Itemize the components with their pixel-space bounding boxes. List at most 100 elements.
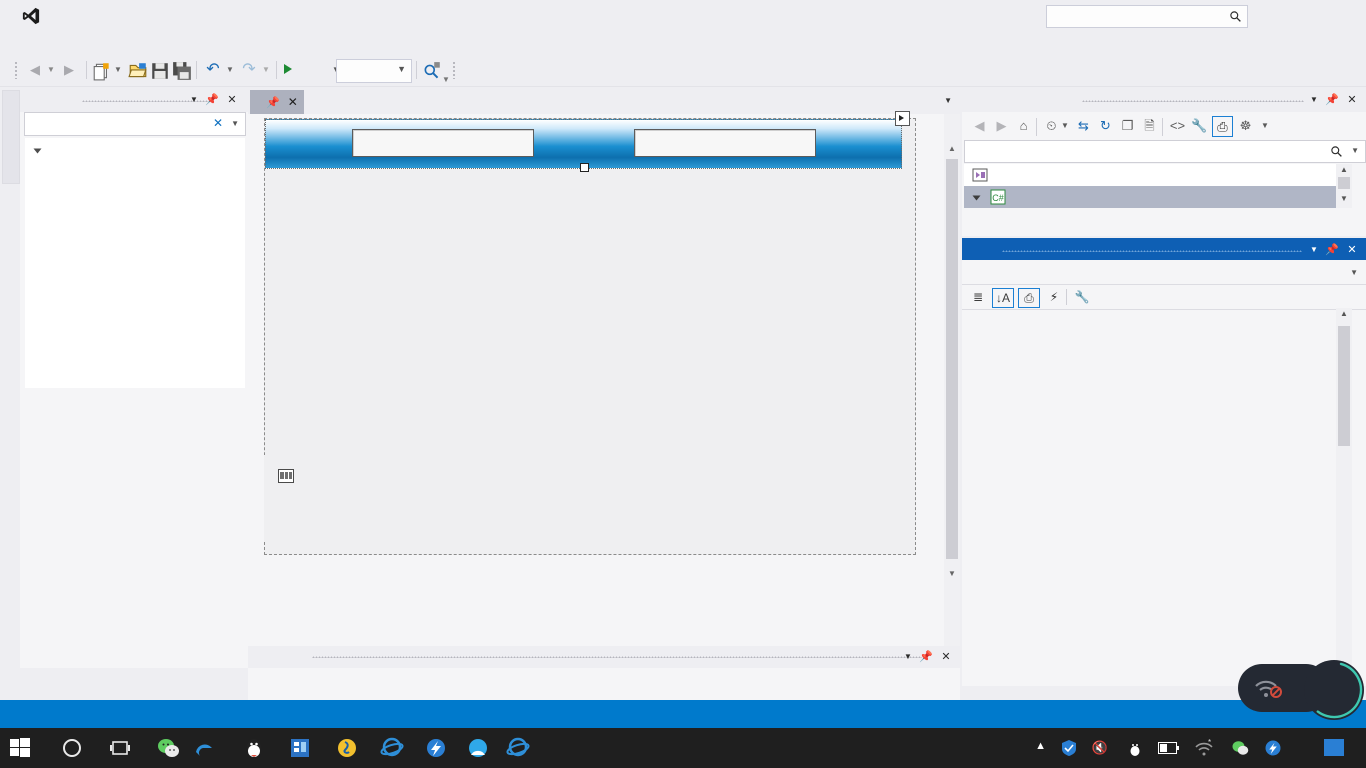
error-list-close-icon[interactable]: ✕ bbox=[938, 649, 954, 665]
properties-scrollbar[interactable]: ▲ bbox=[1336, 308, 1352, 668]
smart-tag-icon[interactable] bbox=[895, 111, 910, 126]
solution-configuration-combo[interactable]: ▼ bbox=[336, 59, 412, 83]
events-lightning-icon[interactable]: ⚡ bbox=[1044, 288, 1064, 306]
start-play-icon[interactable] bbox=[284, 64, 292, 74]
redo-chevron-icon[interactable]: ▼ bbox=[260, 60, 272, 80]
security-shield-icon[interactable] bbox=[1060, 739, 1078, 757]
quick-launch-box[interactable] bbox=[1046, 5, 1248, 28]
categorized-icon[interactable]: ≣ bbox=[968, 288, 988, 306]
undo-icon[interactable]: ↶ bbox=[202, 60, 224, 80]
toolbar-grip-2[interactable] bbox=[452, 61, 456, 79]
chevron-down-icon[interactable]: ▼ bbox=[1351, 146, 1359, 155]
toolbar-overflow-icon[interactable]: ▼ bbox=[440, 70, 452, 90]
properties-page-icon[interactable]: ⎙ bbox=[1018, 288, 1040, 308]
kugou-music-icon[interactable] bbox=[335, 736, 359, 760]
edge-icon[interactable] bbox=[192, 736, 216, 760]
properties-dropdown-icon[interactable]: ▼ bbox=[1306, 242, 1322, 258]
properties-wrench-icon[interactable]: 🔧 bbox=[1190, 116, 1209, 135]
battery-icon[interactable] bbox=[1158, 741, 1180, 755]
task-view-icon[interactable] bbox=[108, 736, 132, 760]
editor-vertical-scrollbar[interactable]: ▲ ▼ bbox=[944, 114, 960, 646]
textbox-next-song[interactable] bbox=[634, 129, 816, 157]
find-in-files-icon[interactable] bbox=[422, 61, 442, 81]
save-icon[interactable] bbox=[150, 61, 170, 81]
new-project-chevron-icon[interactable]: ▼ bbox=[112, 60, 124, 80]
back-icon[interactable]: ◀ bbox=[970, 116, 989, 135]
collapse-all-icon[interactable]: ❐ bbox=[1118, 116, 1137, 135]
windows-form-designer[interactable] bbox=[264, 111, 916, 555]
search-icon[interactable] bbox=[1330, 145, 1343, 158]
refresh-icon[interactable]: ↻ bbox=[1096, 116, 1115, 135]
error-list-pin-icon[interactable]: 📌 bbox=[918, 649, 934, 665]
error-list-dropdown-icon[interactable]: ▼ bbox=[900, 649, 916, 665]
properties-pin-icon[interactable]: 📌 bbox=[1324, 242, 1340, 258]
toolbox-search-input[interactable] bbox=[30, 116, 204, 132]
qq-pet-icon[interactable] bbox=[1126, 738, 1144, 758]
tab-overflow-chevron-icon[interactable]: ▼ bbox=[944, 96, 952, 105]
solution-explorer-pin-icon[interactable]: 📌 bbox=[1324, 92, 1340, 108]
solution-explorer-close-icon[interactable]: ✕ bbox=[1344, 92, 1360, 108]
toolbox-search-box[interactable]: ✕ ▼ bbox=[24, 112, 246, 136]
home-icon[interactable]: ⌂ bbox=[1014, 116, 1033, 135]
property-pages-wrench-icon[interactable]: 🔧 bbox=[1072, 288, 1092, 306]
qq-browser-icon[interactable] bbox=[466, 736, 490, 760]
thunder-icon[interactable] bbox=[1264, 739, 1282, 757]
alphabetical-sort-icon[interactable]: ↓A bbox=[992, 288, 1014, 308]
network-unavailable-icon[interactable]: * bbox=[1194, 739, 1214, 757]
toolbox-close-icon[interactable]: ✕ bbox=[224, 92, 240, 108]
qq-icon[interactable] bbox=[242, 736, 266, 760]
pending-changes-icon[interactable]: ⏲ bbox=[1042, 116, 1061, 135]
view-code-icon[interactable]: <> bbox=[1168, 116, 1187, 135]
wechat-icon[interactable] bbox=[156, 736, 180, 760]
toolbar-grip[interactable] bbox=[14, 61, 18, 79]
thunder-download-icon[interactable] bbox=[424, 736, 448, 760]
internet-explorer-icon[interactable] bbox=[380, 736, 404, 760]
undo-chevron-icon[interactable]: ▼ bbox=[224, 60, 236, 80]
server-explorer-vertical-tab[interactable] bbox=[2, 90, 20, 184]
redo-icon[interactable]: ↷ bbox=[238, 60, 260, 80]
toolbox-dropdown-icon[interactable]: ▼ bbox=[186, 92, 202, 108]
save-all-icon[interactable] bbox=[172, 61, 192, 81]
toolbox-group-all-windows-forms[interactable] bbox=[25, 138, 245, 164]
chevron-down-icon[interactable]: ▼ bbox=[1350, 268, 1358, 277]
tree-row-solution[interactable] bbox=[964, 164, 1350, 186]
cortana-search-icon[interactable] bbox=[60, 736, 84, 760]
show-hidden-icons-chevron-icon[interactable]: ▲ bbox=[1035, 740, 1046, 752]
navigate-forward-icon[interactable]: ▶︎ bbox=[58, 60, 80, 80]
volume-muted-icon[interactable]: 🔇 bbox=[1092, 740, 1108, 756]
solution-explorer-search-input[interactable] bbox=[969, 143, 1313, 159]
preview-selected-items-icon[interactable]: ⎙ bbox=[1212, 116, 1233, 137]
expander-triangle-icon[interactable] bbox=[972, 195, 981, 201]
pin-icon[interactable]: 📌 bbox=[266, 96, 280, 109]
tree-row-project[interactable]: C# bbox=[964, 186, 1350, 208]
sync-with-active-document-icon[interactable]: ⇆ bbox=[1074, 116, 1093, 135]
new-project-icon[interactable] bbox=[92, 61, 112, 81]
navigate-back-icon[interactable]: ◀︎ bbox=[24, 60, 46, 80]
tray-item-toolstrip1[interactable] bbox=[278, 469, 302, 483]
chevron-down-icon[interactable]: ▼ bbox=[231, 119, 239, 128]
design-surface[interactable] bbox=[248, 111, 944, 646]
minimize-button[interactable] bbox=[1254, 4, 1284, 26]
tab-form1-designer[interactable]: 📌 ✕ bbox=[250, 90, 304, 114]
video-player-icon[interactable] bbox=[288, 736, 312, 760]
navigate-back-chevron-icon[interactable]: ▼ bbox=[44, 60, 58, 80]
resize-handle-bottom[interactable] bbox=[580, 163, 589, 172]
close-icon[interactable]: ✕ bbox=[288, 95, 298, 109]
solution-tree-scrollbar[interactable]: ▲ ▼ bbox=[1336, 164, 1352, 208]
internet-explorer-icon[interactable] bbox=[506, 736, 530, 760]
scroll-up-icon[interactable]: ▲ bbox=[1340, 309, 1348, 318]
solution-explorer-search-box[interactable]: ▼ bbox=[964, 140, 1366, 163]
baidu-ime-badge[interactable] bbox=[1324, 739, 1344, 756]
open-file-icon[interactable] bbox=[128, 61, 148, 81]
scrollbar-thumb[interactable] bbox=[1338, 177, 1350, 189]
class-view-icon[interactable]: ☸ bbox=[1236, 116, 1255, 135]
toolbox-pin-icon[interactable]: 📌 bbox=[204, 92, 220, 108]
scrollbar-thumb[interactable] bbox=[1338, 326, 1350, 446]
maximize-button[interactable] bbox=[1288, 4, 1318, 26]
solution-explorer-dropdown-icon[interactable]: ▼ bbox=[1306, 92, 1322, 108]
forward-icon[interactable]: ▶ bbox=[992, 116, 1011, 135]
scroll-up-icon[interactable]: ▲ bbox=[1340, 165, 1348, 174]
scroll-up-icon[interactable]: ▲ bbox=[948, 144, 956, 153]
clear-icon[interactable]: ✕ bbox=[213, 116, 223, 130]
scroll-down-icon[interactable]: ▼ bbox=[948, 569, 956, 578]
